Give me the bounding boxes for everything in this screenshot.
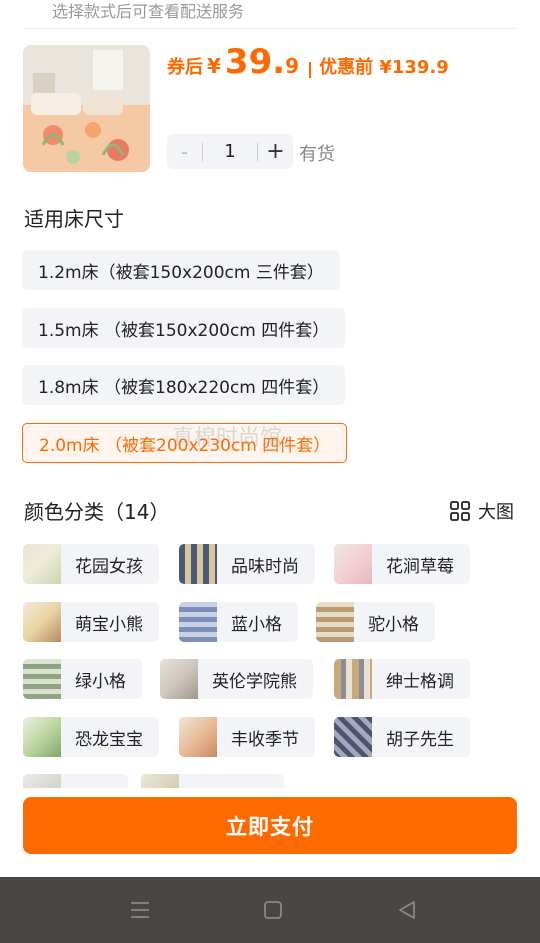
size-option[interactable]: 1.8m床 （被套180x220cm 四件套） bbox=[22, 365, 346, 405]
color-section-title: 颜色分类（14） bbox=[24, 500, 170, 524]
size-option-label: 1.8m床 （被套180x220cm 四件套） bbox=[38, 377, 330, 398]
system-navbar bbox=[0, 877, 540, 943]
color-option[interactable]: 英伦学院熊 bbox=[160, 659, 313, 699]
color-option[interactable]: 花涧草莓 bbox=[334, 544, 470, 584]
size-option-label: 2.0m床 （被套200x230cm 四件套） bbox=[39, 435, 331, 456]
back-triangle-icon[interactable] bbox=[394, 897, 420, 923]
color-option[interactable]: 蓝小格 bbox=[179, 602, 298, 642]
color-option-label: 蓝小格 bbox=[231, 614, 282, 635]
size-option[interactable]: 1.5m床 （被套150x200cm 四件套） bbox=[22, 308, 346, 348]
color-option[interactable]: 丰收季节 bbox=[179, 717, 315, 757]
color-thumbnail bbox=[334, 659, 372, 699]
color-option-label: 驼小格 bbox=[368, 614, 419, 635]
color-thumbnail bbox=[179, 544, 217, 584]
color-thumbnail bbox=[334, 544, 372, 584]
color-thumbnail bbox=[334, 717, 372, 757]
size-option[interactable]: 1.2m床（被套150x200cm 三件套） bbox=[22, 250, 340, 290]
color-option[interactable]: 胡子先生 bbox=[334, 717, 470, 757]
menu-icon[interactable] bbox=[127, 897, 153, 923]
size-option-selected[interactable]: 2.0m床 （被套200x230cm 四件套） bbox=[22, 423, 348, 463]
color-option-label: 萌宝小熊 bbox=[75, 614, 143, 635]
increase-button[interactable]: + bbox=[258, 134, 293, 169]
pay-now-button[interactable]: 立即支付 bbox=[23, 797, 517, 854]
color-option[interactable]: 驼小格 bbox=[316, 602, 435, 642]
price-integer: 39. bbox=[224, 42, 286, 82]
color-option[interactable]: 萌宝小熊 bbox=[23, 602, 159, 642]
color-option-label: 英伦学院熊 bbox=[212, 671, 297, 692]
home-square-icon[interactable] bbox=[260, 897, 286, 923]
coupon-price-label: 券后 bbox=[167, 57, 203, 78]
color-thumbnail bbox=[141, 774, 179, 788]
grid-view-icon bbox=[450, 501, 470, 521]
color-thumbnail bbox=[23, 602, 61, 642]
color-option[interactable]: 绿小格 bbox=[23, 659, 142, 699]
color-thumbnail bbox=[160, 659, 198, 699]
color-option-label: 胡子先生 bbox=[386, 729, 454, 750]
color-thumbnail bbox=[23, 544, 61, 584]
color-thumbnail bbox=[23, 774, 61, 788]
color-option-label: 绿小格 bbox=[75, 671, 126, 692]
size-option-label: 1.5m床 （被套150x200cm 四件套） bbox=[38, 320, 330, 341]
big-image-toggle[interactable]: 大图 bbox=[450, 498, 514, 524]
color-option-label: 花园女孩 bbox=[75, 556, 143, 577]
color-option[interactable]: 绅士格调 bbox=[334, 659, 470, 699]
price-decimal: 9 bbox=[285, 54, 300, 78]
color-thumbnail bbox=[23, 659, 61, 699]
color-option-label: 恐龙宝宝 bbox=[75, 729, 143, 750]
stock-status: 有货 bbox=[299, 144, 335, 165]
currency-symbol: ¥ bbox=[207, 54, 221, 78]
color-option-label: 丰收季节 bbox=[231, 729, 299, 750]
quantity-value[interactable]: 1 bbox=[203, 141, 257, 162]
color-thumbnail bbox=[23, 717, 61, 757]
price-row: 券后 ¥ 39. 9 优惠前 ¥139.9 bbox=[167, 42, 449, 86]
color-row-clipped bbox=[0, 774, 540, 788]
size-section-title: 适用床尺寸 bbox=[24, 207, 124, 231]
color-option[interactable]: 花园女孩 bbox=[23, 544, 159, 584]
color-option[interactable]: 品味时尚 bbox=[179, 544, 315, 584]
color-thumbnail bbox=[179, 602, 217, 642]
divider bbox=[24, 28, 516, 29]
quantity-stepper: - 1 + bbox=[167, 134, 293, 169]
color-option-label: 绅士格调 bbox=[386, 671, 454, 692]
color-option[interactable] bbox=[23, 774, 128, 788]
price-separator bbox=[309, 62, 312, 78]
original-price: 优惠前 ¥139.9 bbox=[319, 57, 449, 78]
big-image-label: 大图 bbox=[478, 502, 514, 523]
color-option-label: 花涧草莓 bbox=[386, 556, 454, 577]
delivery-hint: 选择款式后可查看配送服务 bbox=[52, 2, 245, 21]
color-option[interactable]: 恐龙宝宝 bbox=[23, 717, 159, 757]
color-thumbnail bbox=[316, 602, 354, 642]
color-thumbnail bbox=[179, 717, 217, 757]
color-option[interactable] bbox=[141, 774, 284, 788]
decrease-button[interactable]: - bbox=[167, 134, 202, 169]
size-option-label: 1.2m床（被套150x200cm 三件套） bbox=[38, 262, 324, 283]
product-thumbnail[interactable] bbox=[23, 45, 150, 172]
color-option-label: 品味时尚 bbox=[231, 556, 299, 577]
